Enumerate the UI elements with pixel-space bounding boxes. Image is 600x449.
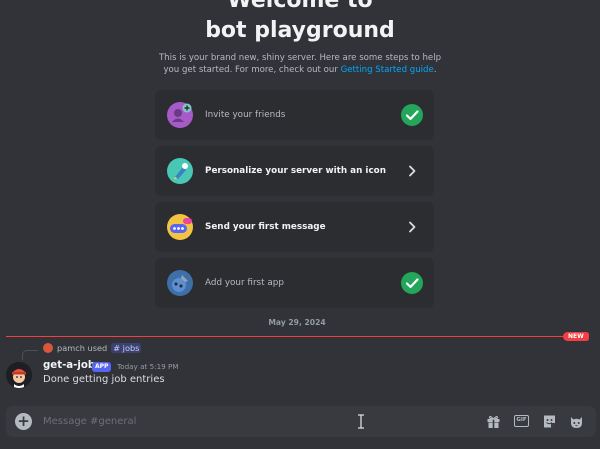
gif-icon[interactable]: GIF [514, 415, 529, 427]
avatar[interactable] [6, 362, 32, 388]
check-icon [401, 272, 423, 294]
chevron-right-icon [401, 216, 423, 238]
reply-connector [22, 350, 38, 360]
welcome-subtitle-end: . [433, 65, 437, 75]
welcome-title-line2: bot playground [205, 18, 395, 43]
personalize-brush-icon [167, 158, 193, 184]
invite-friends-icon [167, 102, 193, 128]
new-messages-divider [6, 336, 578, 337]
command-reply-header: pamch used # jobs [43, 343, 142, 353]
emoji-icon[interactable] [569, 414, 584, 429]
checklist-item-invite-friends[interactable]: Invite your friends [155, 90, 434, 140]
message-author[interactable]: get-a-job [43, 360, 95, 371]
add-app-icon [167, 270, 193, 296]
check-icon [401, 104, 423, 126]
slash-command-mention[interactable]: # jobs [111, 343, 142, 353]
checklist-item-add-app[interactable]: Add your first app [155, 258, 434, 308]
reply-username[interactable]: pamch [57, 343, 85, 353]
welcome-subtitle: This is your brand new, shiny server. He… [150, 52, 450, 76]
app-badge: APP [92, 362, 112, 372]
message-bubble-icon [167, 214, 193, 240]
checklist-item-send-message[interactable]: Send your first message [155, 202, 434, 252]
reply-user-avatar[interactable] [43, 343, 53, 353]
checklist-item-label: Add your first app [205, 278, 284, 288]
message-composer: + GIF [6, 406, 596, 437]
chevron-right-icon [401, 160, 423, 182]
message-input[interactable] [43, 411, 343, 432]
checklist-item-label: Invite your friends [205, 110, 286, 120]
checklist-item-label: Send your first message [205, 222, 326, 232]
text-cursor-icon [357, 414, 365, 429]
message-content: Done getting job entries [43, 374, 165, 385]
checklist-item-personalize-server[interactable]: Personalize your server with an icon [155, 146, 434, 196]
welcome-title-line1: Welcome to [227, 0, 373, 13]
reply-used-text: used [87, 343, 108, 353]
checklist-item-label: Personalize your server with an icon [205, 166, 386, 176]
date-divider-label: May 29, 2024 [268, 318, 326, 327]
new-messages-badge: NEW [563, 332, 589, 341]
message-timestamp: Today at 5:19 PM [117, 362, 179, 371]
getting-started-link[interactable]: Getting Started guide [341, 65, 434, 75]
sticker-icon[interactable] [542, 414, 557, 429]
gift-icon[interactable] [486, 414, 501, 429]
add-attachment-button[interactable]: + [15, 413, 32, 430]
